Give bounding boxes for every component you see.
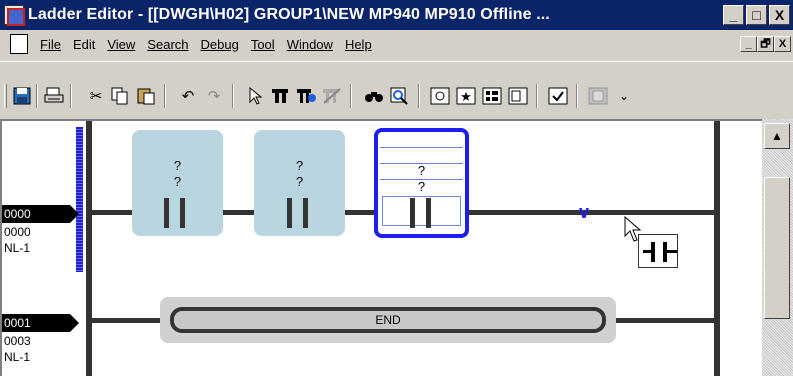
contact-row <box>380 148 463 164</box>
rung-step-number[interactable]: 0001 <box>2 314 79 332</box>
menu-help-label: Help <box>344 36 372 52</box>
menu-file-label: File <box>40 36 61 52</box>
menu-view[interactable]: View <box>101 37 141 52</box>
menu-tool-label: Tool <box>250 36 275 52</box>
check-icon[interactable] <box>546 84 570 108</box>
toolbar-grip[interactable] <box>4 84 7 108</box>
mdi-minimize-button[interactable]: _ <box>740 36 757 52</box>
contact-symbol-cell <box>382 196 461 226</box>
contact-comment: ? <box>173 174 182 189</box>
rung-label: NL-1 <box>4 350 31 364</box>
pointer-icon[interactable] <box>244 84 268 108</box>
menu-window-label: Window <box>286 36 333 52</box>
copy-icon[interactable] <box>108 84 132 108</box>
svg-text:★: ★ <box>460 90 472 105</box>
contact-comment: ? <box>295 174 304 189</box>
menu-view-label: View <box>107 36 136 52</box>
menu-debug[interactable]: Debug <box>195 37 245 52</box>
end-instruction-label: END <box>170 307 606 333</box>
rung-line-number: 0003 <box>4 334 31 348</box>
find-icon[interactable] <box>362 84 386 108</box>
window-title: Ladder Editor - [[DWGH\H02] GROUP1\NEW M… <box>28 6 550 23</box>
toolbar: ✂ ↶ ↷ ★ ⌄ <box>0 61 793 119</box>
selected-contact-element[interactable]: ? ? <box>374 128 469 238</box>
contact-left-plate <box>410 198 415 228</box>
contact-right-plate <box>180 198 185 228</box>
contact-element[interactable]: ? ? <box>132 130 223 236</box>
redo-icon[interactable]: ↷ <box>202 84 226 108</box>
zoom-icon[interactable] <box>388 84 412 108</box>
contact-row <box>380 132 463 148</box>
left-power-rail <box>86 121 92 376</box>
toolbar-separator <box>536 84 538 108</box>
insert-column-icon[interactable] <box>268 84 292 108</box>
coil-icon[interactable] <box>428 84 452 108</box>
contact-left-plate <box>164 198 169 228</box>
menu-tool[interactable]: Tool <box>245 37 281 52</box>
maximize-button[interactable]: □ <box>746 5 767 25</box>
mdi-close-button[interactable]: X <box>774 36 791 52</box>
contact-address: ? <box>295 158 304 173</box>
contact-address: ? <box>417 163 426 178</box>
title-bar: Ladder Editor - [[DWGH\H02] GROUP1\NEW M… <box>0 0 793 30</box>
menu-edit-label: Edit <box>72 36 96 52</box>
selection-marker <box>76 127 83 272</box>
cut-icon[interactable]: ✂ <box>84 84 108 108</box>
menu-help[interactable]: Help <box>339 37 378 52</box>
mdi-restore-button[interactable]: 🗗 <box>757 36 774 52</box>
drag-contact-icon <box>638 234 678 268</box>
close-button[interactable]: X <box>769 5 790 25</box>
contact-left-plate <box>287 198 292 228</box>
scroll-thumb[interactable] <box>764 177 790 319</box>
vertical-scrollbar[interactable]: ▲ <box>762 119 793 376</box>
minimize-button[interactable]: _ <box>723 5 744 25</box>
rung-label: NL-1 <box>4 241 31 255</box>
list-icon[interactable] <box>480 84 504 108</box>
disabled-icon <box>586 84 610 108</box>
toolbar-separator <box>350 84 352 108</box>
toolbar-separator <box>232 84 234 108</box>
rung-line-number: 0000 <box>4 225 31 239</box>
rung-step-number[interactable]: 0000 <box>2 205 79 223</box>
block-icon[interactable] <box>506 84 530 108</box>
menu-window[interactable]: Window <box>281 37 339 52</box>
paste-icon[interactable] <box>134 84 158 108</box>
contact-comment: ? <box>417 179 426 194</box>
end-instruction[interactable]: END <box>160 297 616 343</box>
delete-icon[interactable] <box>320 84 344 108</box>
menu-debug-label: Debug <box>200 36 239 52</box>
menu-search[interactable]: Search <box>141 37 194 52</box>
toolbar-separator <box>576 84 578 108</box>
print-icon[interactable] <box>42 84 66 108</box>
toolbar-separator <box>418 84 420 108</box>
insert-position-marker: v <box>579 202 590 222</box>
menu-bar: File Edit View Search Debug Tool Window … <box>0 31 793 57</box>
insert-row-icon[interactable] <box>294 84 318 108</box>
menu-search-label: Search <box>147 36 189 52</box>
mdi-controls: _ 🗗 X <box>740 36 791 52</box>
ladder-editor-canvas[interactable]: 0000 0000 NL-1 ? ? ? ? ? ? v 0001 0003 N <box>0 119 762 376</box>
app-icon[interactable] <box>4 5 25 26</box>
undo-icon[interactable]: ↶ <box>176 84 200 108</box>
star-icon[interactable]: ★ <box>454 84 478 108</box>
document-icon[interactable] <box>10 34 28 54</box>
toolbar-separator <box>70 84 72 108</box>
save-icon[interactable] <box>10 84 34 108</box>
toolbar-separator <box>36 84 38 108</box>
contact-right-plate <box>426 198 431 228</box>
contact-element[interactable]: ? ? <box>254 130 345 236</box>
scroll-up-button[interactable]: ▲ <box>764 123 790 149</box>
window-controls: _ □ X <box>723 5 790 25</box>
menu-edit[interactable]: Edit <box>67 37 101 52</box>
menu-file[interactable]: File <box>34 37 67 52</box>
more-icon[interactable]: ⌄ <box>612 84 636 108</box>
toolbar-separator <box>164 84 166 108</box>
right-power-rail <box>714 121 720 376</box>
contact-address: ? <box>173 158 182 173</box>
contact-right-plate <box>303 198 308 228</box>
